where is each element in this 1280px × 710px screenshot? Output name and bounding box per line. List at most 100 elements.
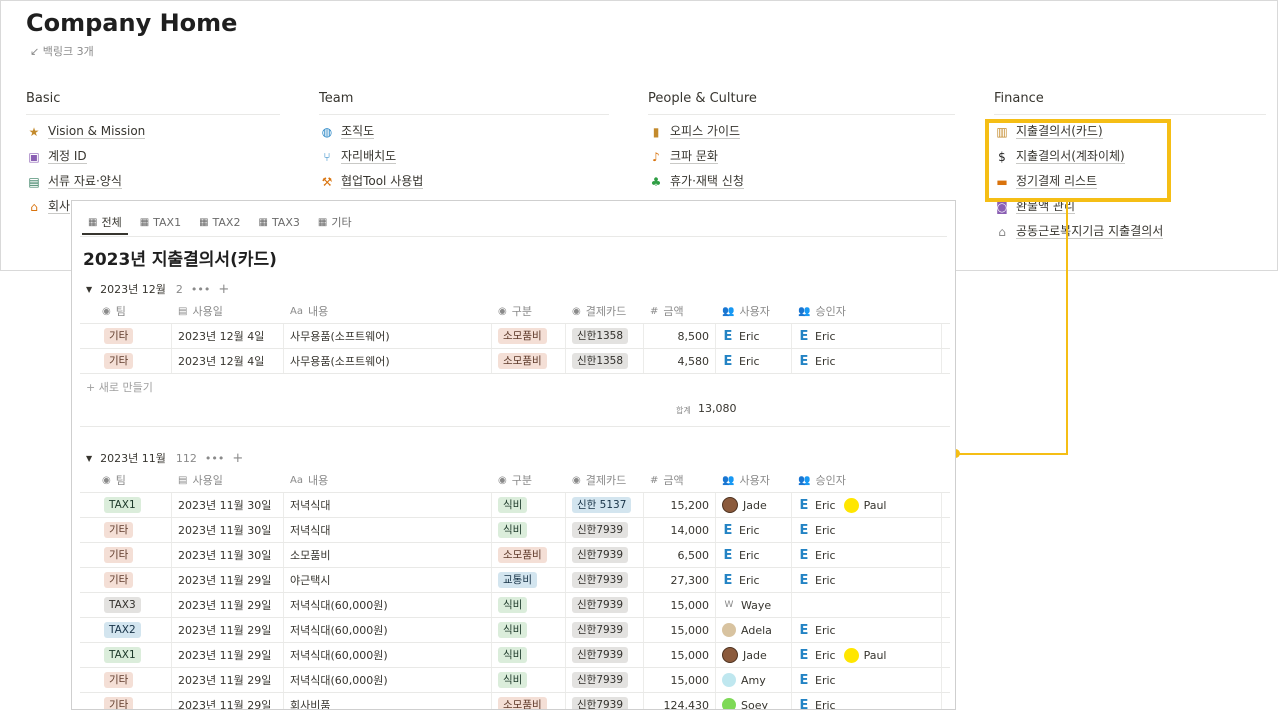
team-cell[interactable]: TAX2 bbox=[80, 618, 172, 642]
person-chip[interactable]: E Eric bbox=[798, 673, 836, 688]
team-cell[interactable]: 기타 bbox=[80, 668, 172, 692]
user-cell[interactable]: E Eric bbox=[716, 349, 792, 373]
category-cell[interactable]: 식비 bbox=[492, 518, 566, 542]
table-row[interactable]: 기타 2023년 11월 29일 야근택시 교통비 신한7939 27,300 E Eric E… bbox=[80, 568, 950, 593]
more-options-icon[interactable]: ••• bbox=[191, 283, 210, 296]
page-link[interactable]: ▮ 오피스 가이드 bbox=[648, 119, 955, 144]
card-cell[interactable]: 신한7939 bbox=[566, 693, 644, 709]
card-cell[interactable]: 신한7939 bbox=[566, 668, 644, 692]
person-chip[interactable]: Paul bbox=[843, 497, 887, 513]
date-cell[interactable]: 2023년 11월 29일 bbox=[172, 643, 284, 667]
person-chip[interactable]: E Eric bbox=[722, 523, 760, 538]
category-cell[interactable]: 식비 bbox=[492, 593, 566, 617]
team-cell[interactable]: 기타 bbox=[80, 349, 172, 373]
card-column-header[interactable]: ◉ 결제카드 bbox=[566, 468, 644, 492]
user-column-header[interactable]: 👥 사용자 bbox=[716, 468, 792, 492]
view-tab[interactable]: ▦ TAX2 bbox=[193, 211, 246, 233]
amount-column-header[interactable]: # 금액 bbox=[644, 468, 716, 492]
approver-cell[interactable]: E Eric Paul bbox=[792, 643, 942, 667]
table-row[interactable]: 기타 2023년 11월 30일 소모품비 소모품비 신한7939 6,500 E Eric E… bbox=[80, 543, 950, 568]
page-link[interactable]: ⚒ 협업Tool 사용법 bbox=[319, 169, 609, 194]
approver-column-header[interactable]: 👥 승인자 bbox=[792, 468, 942, 492]
approver-cell[interactable]: E Eric bbox=[792, 349, 942, 373]
date-column-header[interactable]: ▤ 사용일 bbox=[172, 299, 284, 323]
category-cell[interactable]: 소모품비 bbox=[492, 543, 566, 567]
page-link[interactable]: ⑂ 자리배치도 bbox=[319, 144, 609, 169]
category-cell[interactable]: 소모품비 bbox=[492, 324, 566, 348]
amount-cell[interactable]: 6,500 bbox=[644, 543, 716, 567]
description-column-header[interactable]: Aa 내용 bbox=[284, 299, 492, 323]
view-tab[interactable]: ▦ 기타 bbox=[312, 211, 358, 233]
person-chip[interactable]: E Eric bbox=[798, 523, 836, 538]
page-link[interactable]: ◍ 조직도 bbox=[319, 119, 609, 144]
view-tab[interactable]: ▦ TAX3 bbox=[252, 211, 305, 233]
table-row[interactable]: 기타 2023년 12월 4일 사무용품(소프트웨어) 소모품비 신한1358 8,500… bbox=[80, 324, 950, 349]
card-cell[interactable]: 신한1358 bbox=[566, 349, 644, 373]
page-link[interactable]: ▤ 서류 자료·양식 bbox=[26, 169, 280, 194]
card-cell[interactable]: 신한7939 bbox=[566, 518, 644, 542]
description-cell[interactable]: 저녁식대 bbox=[284, 493, 492, 517]
person-chip[interactable]: E Eric bbox=[798, 498, 836, 513]
date-cell[interactable]: 2023년 11월 30일 bbox=[172, 518, 284, 542]
approver-column-header[interactable]: 👥 승인자 bbox=[792, 299, 942, 323]
card-cell[interactable]: 신한7939 bbox=[566, 543, 644, 567]
table-row[interactable]: TAX1 2023년 11월 29일 저녁식대(60,000원) 식비 신한7939 15… bbox=[80, 643, 950, 668]
team-column-header[interactable]: ◉ 팀 bbox=[80, 299, 172, 323]
group-header[interactable]: ▼ 2023년 12월 2 ••• + bbox=[86, 281, 229, 297]
approver-cell[interactable]: E Eric Paul bbox=[792, 493, 942, 517]
person-chip[interactable]: Jade bbox=[722, 497, 767, 513]
category-cell[interactable]: 식비 bbox=[492, 618, 566, 642]
amount-cell[interactable]: 15,000 bbox=[644, 668, 716, 692]
description-cell[interactable]: 사무용품(소프트웨어) bbox=[284, 324, 492, 348]
table-row[interactable]: 기타 2023년 11월 29일 회사비품 소모품비 신한7939 124,430 Soey… bbox=[80, 693, 950, 709]
user-cell[interactable]: W Waye bbox=[716, 593, 792, 617]
backlinks-link[interactable]: ↙ 백링크 3개 bbox=[30, 43, 94, 59]
person-chip[interactable]: E Eric bbox=[798, 329, 836, 344]
approver-cell[interactable]: E Eric bbox=[792, 668, 942, 692]
team-cell[interactable]: TAX1 bbox=[80, 493, 172, 517]
user-cell[interactable]: E Eric bbox=[716, 518, 792, 542]
person-chip[interactable]: E Eric bbox=[798, 648, 836, 663]
person-chip[interactable]: Soey bbox=[722, 698, 768, 709]
amount-cell[interactable]: 8,500 bbox=[644, 324, 716, 348]
amount-cell[interactable]: 14,000 bbox=[644, 518, 716, 542]
user-cell[interactable]: Soey bbox=[716, 693, 792, 709]
person-chip[interactable]: Adela bbox=[722, 623, 772, 637]
date-cell[interactable]: 2023년 12월 4일 bbox=[172, 324, 284, 348]
person-chip[interactable]: W Waye bbox=[722, 598, 772, 612]
card-cell[interactable]: 신한7939 bbox=[566, 618, 644, 642]
card-cell[interactable]: 신한7939 bbox=[566, 568, 644, 592]
table-row[interactable]: TAX1 2023년 11월 30일 저녁식대 식비 신한 5137 15,200 Jade… bbox=[80, 493, 950, 518]
amount-cell[interactable]: 15,000 bbox=[644, 593, 716, 617]
page-link[interactable]: ♣ 휴가·재택 신청 bbox=[648, 169, 955, 194]
card-cell[interactable]: 신한 5137 bbox=[566, 493, 644, 517]
user-cell[interactable]: Jade bbox=[716, 493, 792, 517]
approver-cell[interactable] bbox=[792, 593, 942, 617]
card-cell[interactable]: 신한1358 bbox=[566, 324, 644, 348]
view-tab[interactable]: ▦ TAX1 bbox=[134, 211, 187, 233]
page-link[interactable]: ★ Vision & Mission bbox=[26, 119, 280, 144]
card-cell[interactable]: 신한7939 bbox=[566, 643, 644, 667]
team-column-header[interactable]: ◉ 팀 bbox=[80, 468, 172, 492]
description-cell[interactable]: 저녁식대(60,000원) bbox=[284, 593, 492, 617]
person-chip[interactable]: Paul bbox=[843, 647, 887, 663]
team-cell[interactable]: 기타 bbox=[80, 693, 172, 709]
description-cell[interactable]: 저녁식대(60,000원) bbox=[284, 668, 492, 692]
category-cell[interactable]: 식비 bbox=[492, 493, 566, 517]
collapse-triangle-icon[interactable]: ▼ bbox=[86, 285, 92, 294]
user-cell[interactable]: E Eric bbox=[716, 543, 792, 567]
person-chip[interactable]: Amy bbox=[722, 673, 766, 687]
user-column-header[interactable]: 👥 사용자 bbox=[716, 299, 792, 323]
description-cell[interactable]: 저녁식대(60,000원) bbox=[284, 618, 492, 642]
person-chip[interactable]: E Eric bbox=[798, 573, 836, 588]
page-link[interactable]: ♪ 크파 문화 bbox=[648, 144, 955, 169]
category-cell[interactable]: 식비 bbox=[492, 668, 566, 692]
user-cell[interactable]: E Eric bbox=[716, 568, 792, 592]
date-cell[interactable]: 2023년 11월 29일 bbox=[172, 568, 284, 592]
category-column-header[interactable]: ◉ 구분 bbox=[492, 299, 566, 323]
group-header[interactable]: ▼ 2023년 11월 112 ••• + bbox=[86, 450, 243, 466]
more-options-icon[interactable]: ••• bbox=[205, 452, 224, 465]
page-link[interactable]: ▣ 계정 ID bbox=[26, 144, 280, 169]
person-chip[interactable]: Jade bbox=[722, 647, 767, 663]
card-cell[interactable]: 신한7939 bbox=[566, 593, 644, 617]
